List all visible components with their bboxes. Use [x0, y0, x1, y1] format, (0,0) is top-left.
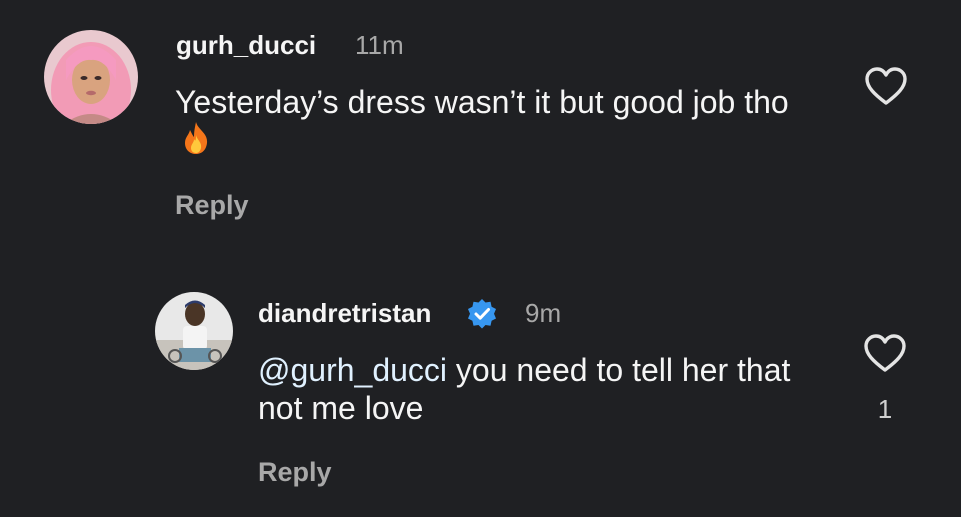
verified-badge-icon	[466, 298, 498, 335]
heart-outline-icon[interactable]	[863, 333, 907, 378]
comment-text: Yesterday’s dress wasn’t it but good job…	[175, 84, 789, 120]
comment-diandretristan: diandretristan 9m @gurh_ducci you need t…	[0, 250, 961, 517]
reply-button[interactable]: Reply	[258, 457, 332, 488]
like-count: 1	[877, 394, 893, 424]
comment-gurh-ducci: gurh_ducci 11m Yesterday’s dress wasn’t …	[0, 0, 961, 250]
comment-timestamp: 11m	[355, 30, 404, 60]
fire-emoji-icon	[181, 121, 211, 163]
avatar-image	[44, 30, 138, 124]
avatar-diandretristan[interactable]	[155, 292, 233, 370]
mention-link[interactable]: @gurh_ducci	[258, 352, 447, 388]
comment-username[interactable]: diandretristan	[258, 298, 431, 329]
heart-outline-icon[interactable]	[864, 66, 908, 111]
comment-text-container: @gurh_ducci you need to tell her that no…	[258, 351, 818, 427]
reply-button[interactable]: Reply	[175, 190, 249, 221]
avatar-gurh-ducci[interactable]	[44, 30, 138, 124]
comment-timestamp: 9m	[525, 298, 562, 328]
comment-text-container: Yesterday’s dress wasn’t it but good job…	[175, 83, 795, 163]
comment-username[interactable]: gurh_ducci	[176, 30, 316, 61]
avatar-image	[155, 292, 233, 370]
